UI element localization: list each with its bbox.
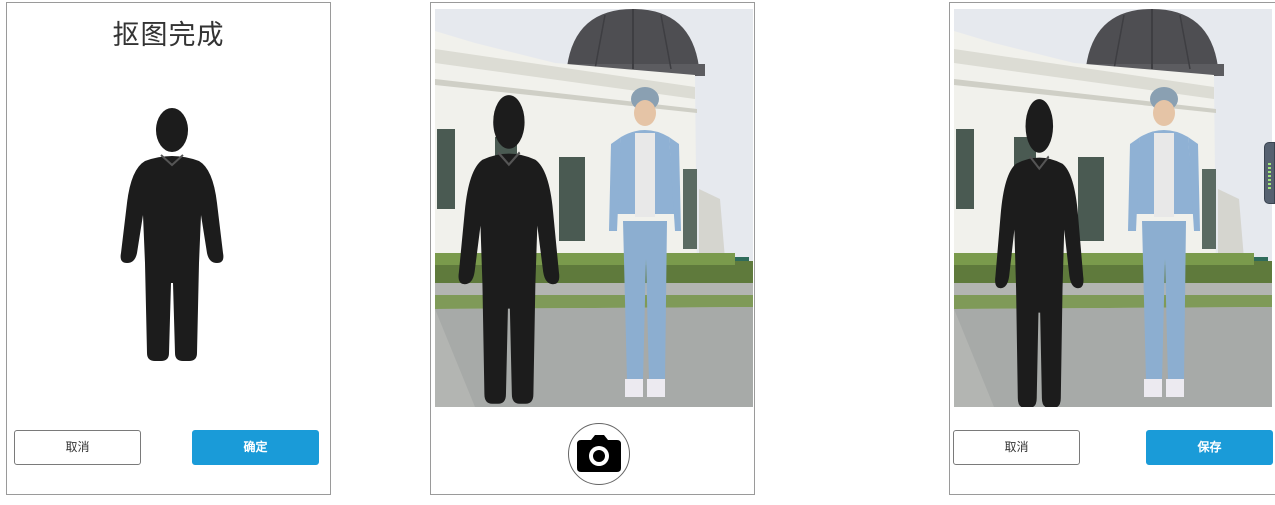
grip-icon — [1268, 163, 1271, 189]
camera-preview-panel — [430, 2, 755, 495]
page-title: 抠图完成 — [112, 20, 225, 51]
camera-icon — [577, 435, 621, 472]
composited-photo — [954, 9, 1272, 407]
cancel-button[interactable]: 取消 — [953, 430, 1080, 465]
background-photo — [435, 9, 753, 407]
cutout-result-panel: 抠图完成 取消 确定 — [6, 2, 331, 495]
save-button[interactable]: 保存 — [1146, 430, 1273, 465]
shutter-button[interactable] — [568, 423, 630, 485]
side-scroll-handle[interactable] — [1264, 142, 1275, 204]
cutout-silhouette — [119, 107, 225, 362]
confirm-button[interactable]: 确定 — [192, 430, 319, 465]
cancel-button[interactable]: 取消 — [14, 430, 141, 465]
save-result-panel: 取消 保存 — [949, 2, 1275, 495]
